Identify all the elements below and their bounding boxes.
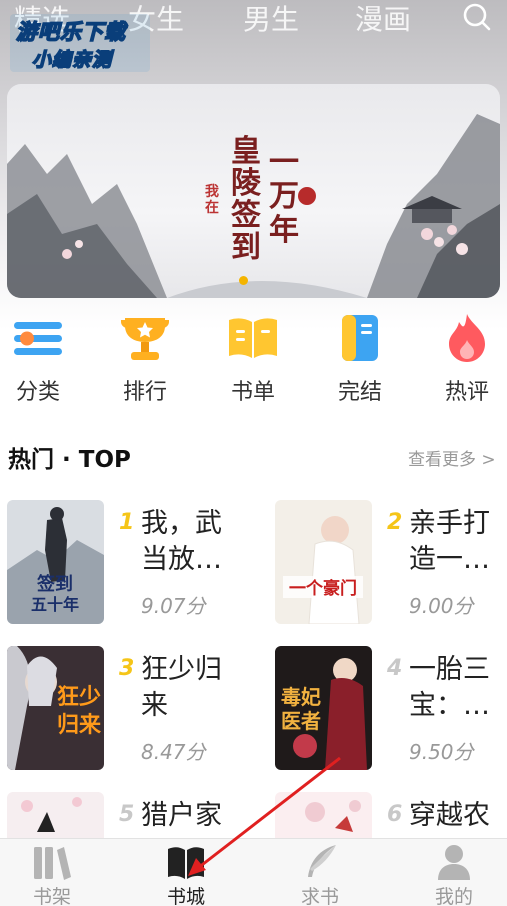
banner-small-text: 我在 xyxy=(205,184,219,216)
book-card[interactable]: 一个豪门 2 亲手打造一… 9.00分 xyxy=(275,500,505,630)
trophy-icon xyxy=(119,312,171,364)
watermark-line-1: 游吧乐下载 xyxy=(15,19,126,45)
rank-number: 4 xyxy=(387,656,403,681)
rank-number: 6 xyxy=(387,802,403,827)
shortcut-finished[interactable]: 完结 xyxy=(320,312,400,406)
svg-text:归来: 归来 xyxy=(57,712,102,738)
nav-label: 书架 xyxy=(32,886,71,906)
search-icon[interactable] xyxy=(462,2,492,32)
tab-male[interactable]: 男生 xyxy=(243,0,299,38)
quill-icon xyxy=(300,843,340,881)
svg-text:签到: 签到 xyxy=(36,573,73,595)
banner-year-text: 一万年 xyxy=(269,145,299,248)
finished-book-icon xyxy=(334,312,386,364)
flame-icon xyxy=(441,312,493,364)
rank-number: 3 xyxy=(119,656,135,681)
book-score: 9.07分 xyxy=(141,594,206,618)
shortcut-booklist[interactable]: 书单 xyxy=(213,312,293,406)
watermark-line-2: 小编亲测 xyxy=(31,48,113,72)
book-cover[interactable]: 一个豪门 xyxy=(275,500,372,624)
open-book-icon xyxy=(227,312,279,364)
rank-number: 2 xyxy=(387,510,403,535)
bottom-navigation: 书架 书城 求书 我的 xyxy=(0,838,507,906)
book-card[interactable]: 签到 五十年 1 我，武当放… 9.07分 xyxy=(7,500,237,630)
shortcut-label: 分类 xyxy=(15,380,60,405)
book-title: 猎户家 xyxy=(141,800,222,831)
bookshelf-icon xyxy=(32,843,72,881)
carousel-indicator xyxy=(239,276,248,285)
shortcut-label: 排行 xyxy=(122,380,167,405)
book-score: 9.50分 xyxy=(409,740,474,764)
book-title: 狂少归来 xyxy=(141,654,222,721)
shortcut-label: 完结 xyxy=(337,380,382,405)
svg-text:狂少: 狂少 xyxy=(57,684,101,710)
book-title: 穿越农 xyxy=(409,800,490,831)
category-list-icon xyxy=(12,312,64,364)
book-card[interactable]: 毒妃 医者 4 一胎三宝：… 9.50分 xyxy=(275,646,505,776)
shortcut-hot-reviews[interactable]: 热评 xyxy=(427,312,507,406)
svg-text:毒妃: 毒妃 xyxy=(281,685,321,709)
nav-bookshelf[interactable]: 书架 xyxy=(2,839,102,906)
shortcut-category[interactable]: 分类 xyxy=(0,312,78,406)
shortcut-label: 热评 xyxy=(444,380,489,405)
section-title: 热门 · TOP xyxy=(8,447,131,473)
nav-bookstore[interactable]: 书城 xyxy=(136,839,236,906)
category-shortcuts: 分类 排行 书单 完结 热评 xyxy=(0,312,507,412)
rank-number: 5 xyxy=(119,802,135,827)
book-cover[interactable]: 签到 五十年 xyxy=(7,500,104,624)
book-title: 亲手打造一… xyxy=(409,508,490,575)
tab-comics[interactable]: 漫画 xyxy=(355,0,411,38)
profile-icon xyxy=(434,843,474,881)
svg-text:五十年: 五十年 xyxy=(31,595,79,614)
promo-banner[interactable]: 皇陵签到 我在 一万年 xyxy=(7,84,500,298)
bookstore-icon xyxy=(166,843,206,881)
book-score: 9.00分 xyxy=(409,594,474,618)
book-cover[interactable]: 毒妃 医者 xyxy=(275,646,372,770)
book-card[interactable]: 狂少 归来 3 狂少归来 8.47分 xyxy=(7,646,237,776)
nav-request-book[interactable]: 求书 xyxy=(270,839,370,906)
book-title: 一胎三宝：… xyxy=(409,654,490,721)
shortcut-label: 书单 xyxy=(230,380,275,405)
book-score: 8.47分 xyxy=(141,740,206,764)
banner-title: 皇陵签到 xyxy=(231,134,261,265)
rank-number: 1 xyxy=(119,510,135,535)
svg-text:一个豪门: 一个豪门 xyxy=(289,578,357,599)
book-cover[interactable]: 狂少 归来 xyxy=(7,646,104,770)
nav-label: 书城 xyxy=(166,886,205,906)
shortcut-ranking[interactable]: 排行 xyxy=(105,312,185,406)
book-title: 我，武当放… xyxy=(141,508,222,575)
nav-profile[interactable]: 我的 xyxy=(404,839,504,906)
nav-label: 求书 xyxy=(300,886,339,906)
svg-text:医者: 医者 xyxy=(281,709,321,733)
nav-label: 我的 xyxy=(434,886,473,906)
view-more-link[interactable]: 查看更多 > xyxy=(408,445,496,470)
watermark-logo: 游吧乐下载 小编亲测 xyxy=(10,14,150,72)
